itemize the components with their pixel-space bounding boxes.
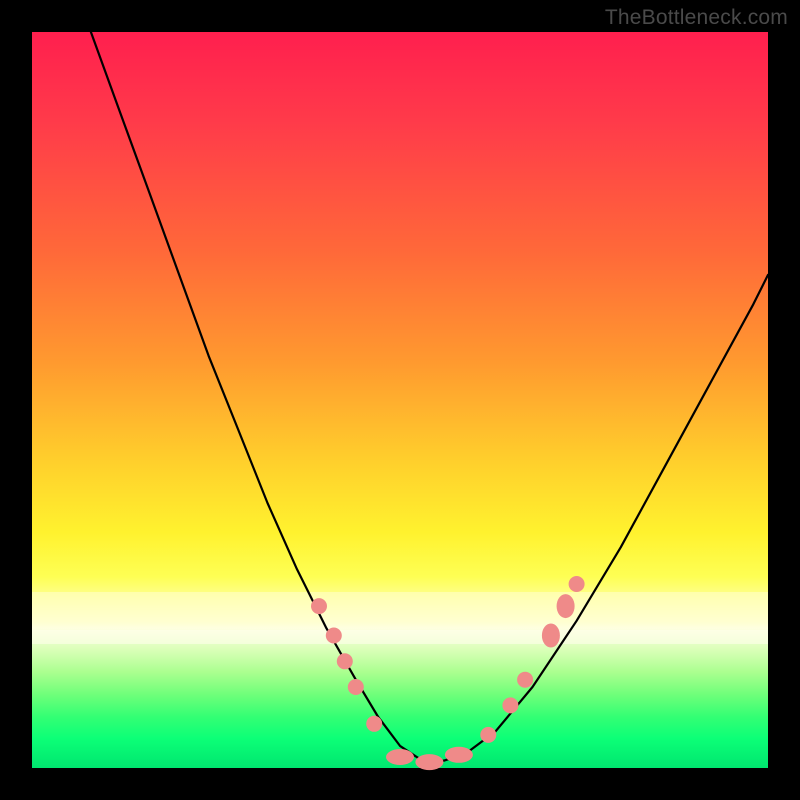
curve-layer xyxy=(32,32,768,768)
chart-frame: TheBottleneck.com xyxy=(0,0,800,800)
curve-marker xyxy=(311,598,327,614)
curve-marker xyxy=(480,727,496,743)
watermark-text: TheBottleneck.com xyxy=(605,6,788,30)
curve-marker xyxy=(326,628,342,644)
curve-marker xyxy=(386,749,414,765)
curve-marker xyxy=(502,697,518,713)
curve-marker xyxy=(366,716,382,732)
curve-marker xyxy=(337,653,353,669)
curve-marker xyxy=(542,624,560,648)
curve-marker xyxy=(517,672,533,688)
plot-area xyxy=(32,32,768,768)
curve-marker xyxy=(445,747,473,763)
bottleneck-curve xyxy=(91,32,768,761)
curve-marker xyxy=(348,679,364,695)
curve-marker xyxy=(557,594,575,618)
curve-marker xyxy=(415,754,443,770)
curve-marker xyxy=(569,576,585,592)
